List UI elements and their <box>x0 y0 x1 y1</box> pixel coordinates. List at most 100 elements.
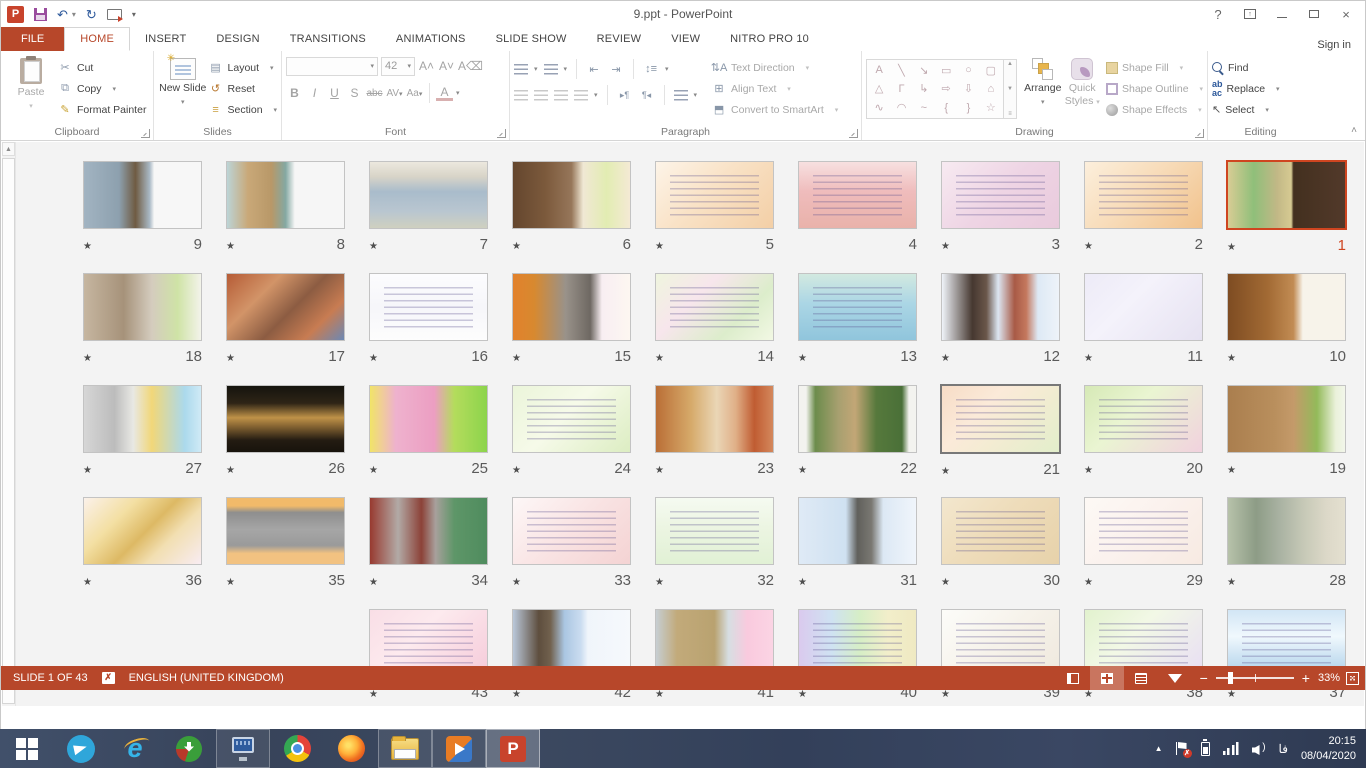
shape-arc-icon[interactable]: ◠ <box>890 98 912 117</box>
slide-23-thumbnail[interactable] <box>655 385 774 453</box>
scrollbar-thumb[interactable] <box>2 158 15 704</box>
text-direction-button[interactable]: ⇅AText Direction ▾ <box>711 59 838 76</box>
new-slide-button[interactable]: New Slide ▾ <box>158 55 208 124</box>
fit-to-window-button[interactable] <box>1346 672 1359 685</box>
shape-triangle-icon[interactable]: △ <box>868 80 890 99</box>
quick-styles-button[interactable]: Quick Styles ▾ <box>1063 55 1103 124</box>
slide-9-thumbnail[interactable] <box>83 161 202 229</box>
format-painter-button[interactable]: ✎Format Painter <box>57 101 146 118</box>
ribbon-display-options-button[interactable]: ↑ <box>1235 3 1265 25</box>
find-button[interactable]: Find <box>1212 59 1279 76</box>
font-size-combo[interactable]: 42▾ <box>381 57 415 76</box>
action-center-flag-icon[interactable]: ✗ <box>1176 742 1188 755</box>
slide-11-thumbnail[interactable] <box>1084 273 1203 341</box>
shapes-gallery[interactable]: A╲↘▭○▢△Γ↳⇨⇩⌂∿◠~{}☆ <box>866 59 1004 119</box>
sign-in-link[interactable]: Sign in <box>1317 39 1365 51</box>
start-from-beginning-button[interactable] <box>107 9 122 20</box>
taskbar-file-explorer[interactable] <box>378 729 432 768</box>
undo-button[interactable]: ↶ <box>57 8 68 21</box>
zoom-level[interactable]: 33% <box>1318 672 1340 684</box>
align-left-button[interactable] <box>514 90 528 101</box>
zoom-in-button[interactable]: + <box>1302 671 1310 685</box>
shape-corner-shape-icon[interactable]: ⌂ <box>980 80 1002 99</box>
shape-elbow-connector-icon[interactable]: Γ <box>890 80 912 99</box>
tab-view[interactable]: VIEW <box>656 27 715 51</box>
taskbar-firefox[interactable] <box>324 729 378 768</box>
customize-qat-dropdown-icon[interactable]: ▾ <box>132 10 136 19</box>
tab-file[interactable]: FILE <box>1 27 64 51</box>
close-button[interactable]: × <box>1331 3 1361 25</box>
shape-textbox-icon[interactable]: A <box>868 61 890 80</box>
numbering-button[interactable] <box>544 64 558 75</box>
arrange-button[interactable]: Arrange▾ <box>1023 55 1063 124</box>
slide-36-thumbnail[interactable] <box>83 497 202 565</box>
slide-21-thumbnail[interactable] <box>940 384 1061 454</box>
slide-8-thumbnail[interactable] <box>226 161 345 229</box>
tab-nitro-pro[interactable]: NITRO PRO 10 <box>715 27 824 51</box>
collapse-ribbon-button[interactable]: ˄ <box>1351 125 1357 136</box>
slide-31-thumbnail[interactable] <box>798 497 917 565</box>
slide-4-thumbnail[interactable] <box>798 161 917 229</box>
slide-16-thumbnail[interactable] <box>369 273 488 341</box>
shapes-gallery-scrollbar[interactable]: ▲▼≡ <box>1004 59 1017 119</box>
shape-left-brace-icon[interactable]: { <box>935 98 957 117</box>
drawing-dialog-launcher[interactable] <box>1195 129 1204 138</box>
zoom-slider-thumb[interactable] <box>1228 672 1233 684</box>
slide-10-thumbnail[interactable] <box>1227 273 1346 341</box>
left-to-right-button[interactable]: ▸¶ <box>617 88 633 102</box>
columns-button[interactable] <box>674 90 688 101</box>
shape-curve-icon[interactable]: ~ <box>913 98 935 117</box>
justify-button[interactable] <box>574 90 588 101</box>
zoom-out-button[interactable]: − <box>1200 671 1208 685</box>
text-shadow-button[interactable]: S <box>346 86 363 100</box>
layout-button[interactable]: ▤Layout ▾ <box>208 59 277 76</box>
convert-to-smartart-button[interactable]: ⬒Convert to SmartArt ▾ <box>711 101 838 118</box>
cut-button[interactable]: ✂Cut <box>57 59 146 76</box>
slide-26-thumbnail[interactable] <box>226 385 345 453</box>
slide-30-thumbnail[interactable] <box>941 497 1060 565</box>
paste-button[interactable]: Paste▾ <box>5 55 57 124</box>
change-case-button[interactable]: Aa▾ <box>406 88 423 99</box>
align-center-button[interactable] <box>534 90 548 101</box>
shrink-font-button[interactable]: A˅ <box>438 59 455 73</box>
tab-slide-show[interactable]: SLIDE SHOW <box>481 27 582 51</box>
save-button[interactable] <box>34 8 47 21</box>
clipboard-dialog-launcher[interactable] <box>141 129 150 138</box>
reset-button[interactable]: ↺Reset <box>208 80 277 97</box>
decrease-indent-button[interactable]: ⇤ <box>586 62 602 76</box>
shape-oval-icon[interactable]: ○ <box>957 61 979 80</box>
slide-sorter-view-button[interactable] <box>1090 666 1124 690</box>
slide-34-thumbnail[interactable] <box>369 497 488 565</box>
section-button[interactable]: ≡Section ▾ <box>208 101 277 118</box>
slide-20-thumbnail[interactable] <box>1084 385 1203 453</box>
shape-fill-button[interactable]: Shape Fill ▾ <box>1106 59 1203 76</box>
align-text-button[interactable]: ⊞Align Text ▾ <box>711 80 838 97</box>
grow-font-button[interactable]: A˄ <box>418 59 435 73</box>
slide-33-thumbnail[interactable] <box>512 497 631 565</box>
slide-1-thumbnail[interactable] <box>1226 160 1347 230</box>
slide-28-thumbnail[interactable] <box>1227 497 1346 565</box>
slide-29-thumbnail[interactable] <box>1084 497 1203 565</box>
shape-star-shape-icon[interactable]: ☆ <box>980 98 1002 117</box>
help-button[interactable]: ? <box>1203 3 1233 25</box>
tab-design[interactable]: DESIGN <box>201 27 274 51</box>
slide-17-thumbnail[interactable] <box>226 273 345 341</box>
shape-right-arrow-icon[interactable]: ⇨ <box>935 80 957 99</box>
slide-25-thumbnail[interactable] <box>369 385 488 453</box>
tab-home[interactable]: HOME <box>64 27 130 51</box>
slide-6-thumbnail[interactable] <box>512 161 631 229</box>
start-button[interactable] <box>0 729 54 768</box>
taskbar-telegram[interactable] <box>54 729 108 768</box>
slide-5-thumbnail[interactable] <box>655 161 774 229</box>
slide-35-thumbnail[interactable] <box>226 497 345 565</box>
reading-view-button[interactable] <box>1124 666 1158 690</box>
align-right-button[interactable] <box>554 90 568 101</box>
shape-outline-button[interactable]: Shape Outline ▾ <box>1106 80 1203 97</box>
volume-icon[interactable] <box>1252 742 1266 755</box>
line-spacing-button[interactable]: ↕≡ <box>643 62 659 76</box>
bullets-button[interactable] <box>514 64 528 75</box>
clear-formatting-button[interactable]: A⌫ <box>458 59 475 73</box>
shape-down-arrow-icon[interactable]: ⇩ <box>957 80 979 99</box>
strikethrough-button[interactable]: abc <box>366 88 383 99</box>
battery-icon[interactable] <box>1201 742 1210 756</box>
